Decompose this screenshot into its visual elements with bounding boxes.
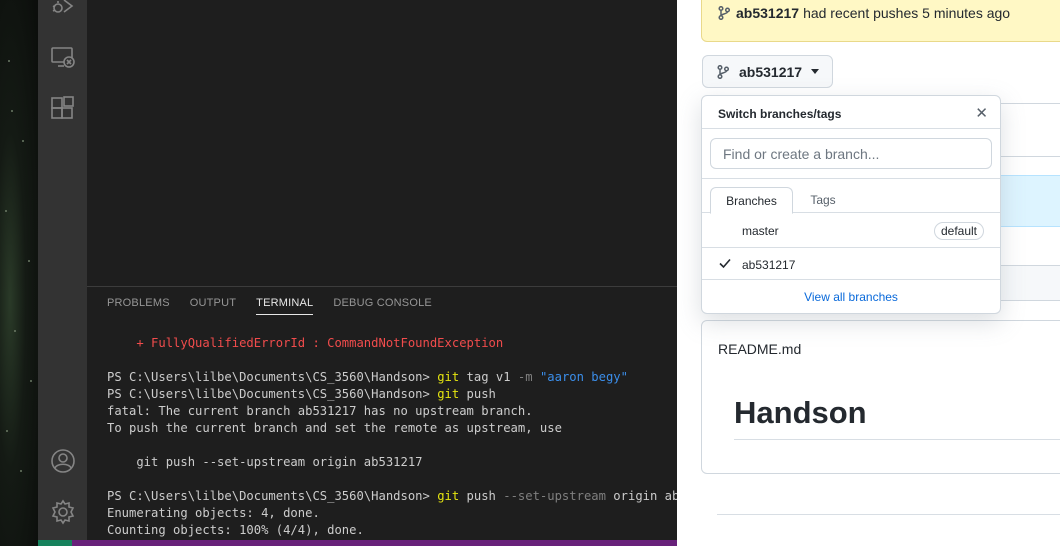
divider xyxy=(702,178,1000,179)
terminal-line: fatal: The current branch ab531217 has n… xyxy=(107,404,533,418)
panel-tabs: PROBLEMS OUTPUT TERMINAL DEBUG CONSOLE xyxy=(107,297,432,315)
github-page: ab531217 had recent pushes 5 minutes ago… xyxy=(677,0,1060,546)
tab-terminal[interactable]: TERMINAL xyxy=(256,297,314,315)
terminal-output[interactable]: + FullyQualifiedErrorId : CommandNotFoun… xyxy=(107,335,677,539)
recent-pushes-banner: ab531217 had recent pushes 5 minutes ago xyxy=(701,0,1060,42)
status-bar xyxy=(38,540,677,546)
remote-explorer-icon[interactable] xyxy=(50,44,76,70)
divider xyxy=(717,514,1060,515)
dropdown-tabs: Branches Tags xyxy=(702,187,1000,214)
readme-filename[interactable]: README.md xyxy=(718,341,801,357)
terminal-line: PS C:\Users\lilbe\Documents\CS_3560\Hand… xyxy=(107,387,496,401)
tab-debug-console[interactable]: DEBUG CONSOLE xyxy=(333,297,432,315)
debug-icon[interactable] xyxy=(50,0,76,20)
extensions-icon[interactable] xyxy=(50,96,76,122)
branch-item-ab531217[interactable]: ab531217 xyxy=(702,247,1000,280)
desktop-background xyxy=(0,0,38,546)
default-badge: default xyxy=(933,222,984,240)
terminal-error-line: + FullyQualifiedErrorId : CommandNotFoun… xyxy=(107,336,504,350)
branch-select-button[interactable]: ab531217 xyxy=(702,55,833,88)
terminal-line: Enumerating objects: 4, done. xyxy=(107,506,320,520)
branch-item-master[interactable]: master default xyxy=(702,214,1000,247)
settings-gear-icon[interactable] xyxy=(50,499,76,525)
readme-box: README.md Handson xyxy=(701,320,1060,474)
close-icon[interactable]: ✕ xyxy=(975,104,988,122)
git-branch-icon xyxy=(717,64,729,79)
view-all-branches-link[interactable]: View all branches xyxy=(702,290,1000,304)
branch-search-input[interactable] xyxy=(710,138,992,169)
activity-bar xyxy=(38,0,87,546)
terminal-line: git push --set-upstream origin ab531217 xyxy=(107,455,423,469)
terminal-line: PS C:\Users\lilbe\Documents\CS_3560\Hand… xyxy=(107,370,628,384)
terminal-line: To push the current branch and set the r… xyxy=(107,421,562,435)
tab-branches[interactable]: Branches xyxy=(710,187,793,214)
editor-area xyxy=(87,0,677,286)
bottom-panel: PROBLEMS OUTPUT TERMINAL DEBUG CONSOLE +… xyxy=(87,286,677,540)
terminal-line: Counting objects: 100% (4/4), done. xyxy=(107,523,364,537)
remote-indicator[interactable] xyxy=(38,540,72,546)
git-branch-icon xyxy=(718,6,730,20)
check-icon xyxy=(719,258,731,269)
tab-tags[interactable]: Tags xyxy=(797,187,849,213)
account-icon[interactable] xyxy=(50,448,76,474)
banner-branch-name[interactable]: ab531217 xyxy=(736,5,799,21)
branch-name: ab531217 xyxy=(742,258,796,272)
tab-output[interactable]: OUTPUT xyxy=(190,297,236,315)
divider xyxy=(734,439,1060,440)
branch-name: master xyxy=(742,224,779,238)
terminal-line: PS C:\Users\lilbe\Documents\CS_3560\Hand… xyxy=(107,489,677,503)
tab-problems[interactable]: PROBLEMS xyxy=(107,297,170,315)
caret-down-icon xyxy=(811,69,820,74)
branch-switcher-dropdown: Switch branches/tags ✕ Branches Tags mas… xyxy=(701,95,1001,314)
divider xyxy=(702,128,1000,129)
branch-select-label: ab531217 xyxy=(739,63,803,80)
banner-text: had recent pushes 5 minutes ago xyxy=(803,5,1011,21)
dropdown-title: Switch branches/tags xyxy=(718,107,842,121)
readme-heading: Handson xyxy=(734,395,867,430)
